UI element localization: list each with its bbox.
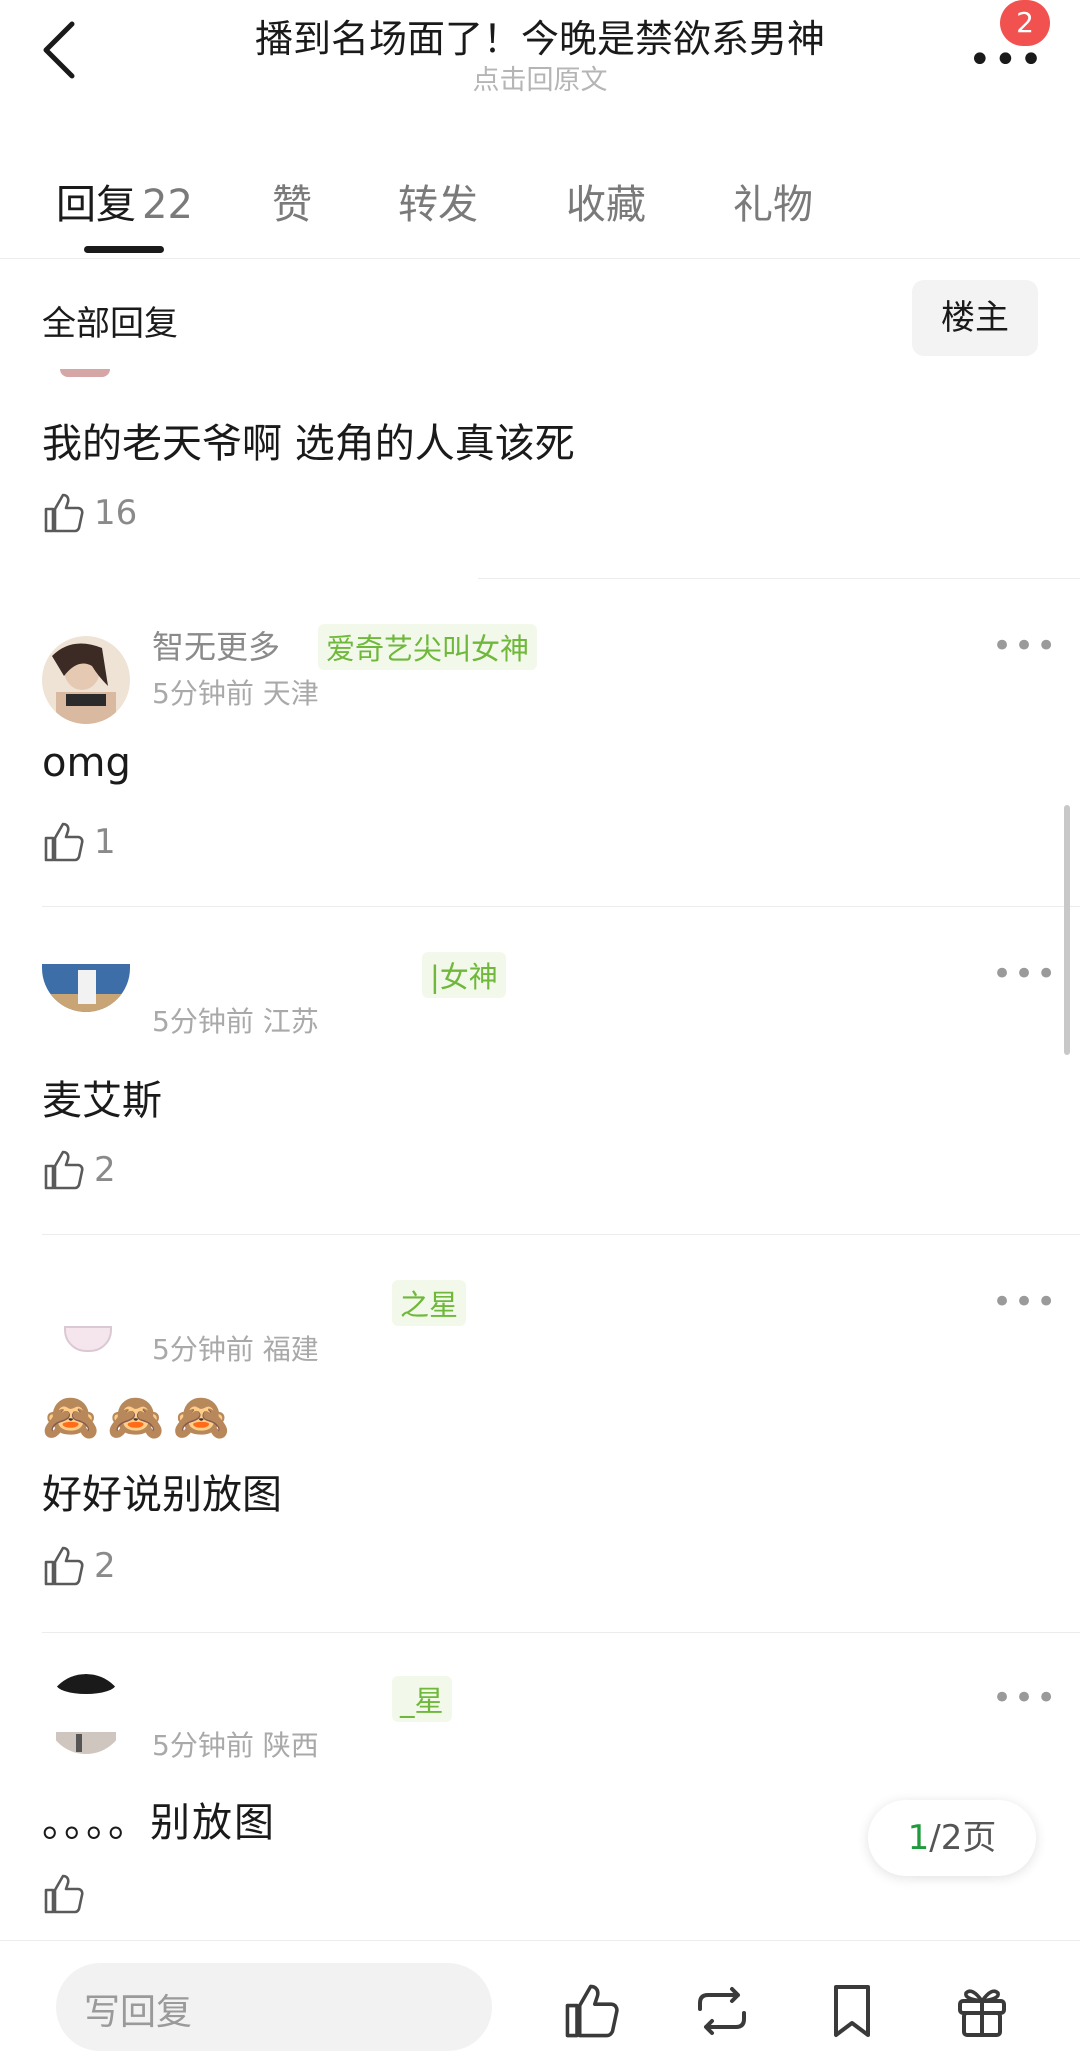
comment-item: |女神 5分钟前 江苏 麦艾斯 2 ••• xyxy=(0,938,1080,1228)
thumbs-up-icon xyxy=(44,822,84,862)
notification-badge: 2 xyxy=(1000,0,1050,46)
user-title-tag: 之星 xyxy=(392,1280,467,1326)
tab-bar: 回复 22 赞 转发 收藏 礼物 xyxy=(0,160,1080,259)
like-button[interactable]: 2 xyxy=(42,1542,182,1590)
username[interactable]: 智无更多 xyxy=(152,622,280,668)
comment-more-button[interactable]: ••• xyxy=(992,626,1058,666)
comment-text: 我的老天爷啊 选角的人真该死 xyxy=(42,421,575,467)
avatar[interactable] xyxy=(42,964,130,1012)
thumbs-up-icon xyxy=(44,1874,84,1914)
tab-likes[interactable]: 赞 xyxy=(272,172,312,230)
comment-item: 之星 5分钟前 福建 🙈🙈🙈 好好说别放图 2 ••• xyxy=(0,1266,1080,1626)
like-count: 2 xyxy=(94,1546,116,1586)
avatar[interactable] xyxy=(64,1326,112,1352)
thumbs-up-icon[interactable] xyxy=(562,1981,622,2041)
like-count: 16 xyxy=(94,493,138,533)
tab-replies[interactable]: 回复 22 xyxy=(56,172,193,230)
comment-text: 好好说别放图 xyxy=(42,1472,282,1518)
total-pages: /2页 xyxy=(929,1818,997,1858)
comment-more-button[interactable]: ••• xyxy=(992,954,1058,994)
all-replies-title: 全部回复 xyxy=(42,304,178,344)
reply-placeholder: 写回复 xyxy=(84,1992,193,2033)
tab-replies-label: 回复 xyxy=(56,182,136,228)
chevron-left-icon xyxy=(43,21,75,79)
tab-reposts[interactable]: 转发 xyxy=(398,172,478,230)
scrollbar[interactable] xyxy=(1064,805,1070,1055)
thumbs-up-icon xyxy=(44,493,84,533)
avatar[interactable] xyxy=(60,369,110,377)
user-title-tag: 爱奇艺尖叫女神 xyxy=(318,624,538,670)
more-dots-icon: ••• xyxy=(968,37,1045,83)
like-button[interactable]: 16 xyxy=(42,489,182,537)
comment-meta: 5分钟前 天津 xyxy=(152,677,319,710)
reply-input[interactable]: 写回复 xyxy=(56,1963,492,2051)
avatar[interactable] xyxy=(42,636,130,724)
comment-item: _星 5分钟前 陕西 。。。。别放图 ••• xyxy=(0,1664,1080,1934)
gift-icon[interactable] xyxy=(952,1981,1012,2041)
thumbs-up-icon xyxy=(44,1546,84,1586)
comment-meta: 5分钟前 陕西 xyxy=(152,1729,319,1762)
top-nav-bar: 播到名场面了！今晚是禁欲系男神 点击回原文 ••• 2 xyxy=(0,0,1080,110)
page-indicator[interactable]: 1/2页 xyxy=(868,1800,1036,1876)
back-to-original-link[interactable]: 点击回原文 xyxy=(140,58,940,97)
comment-text: omg xyxy=(42,740,131,786)
monkey-emoji-text: 🙈🙈🙈 xyxy=(42,1390,238,1444)
bottom-action-bar: 写回复 xyxy=(0,1940,1080,2058)
op-only-filter-button[interactable]: 楼主 xyxy=(912,280,1038,356)
current-page: 1 xyxy=(907,1818,930,1858)
divider xyxy=(42,1234,1080,1235)
comment-item: 我的老天爷啊 选角的人真该死 16 xyxy=(0,365,1080,575)
comment-text: 。。。。别放图 xyxy=(42,1800,276,1846)
comment-meta: 5分钟前 江苏 xyxy=(152,1005,319,1038)
comment-more-button[interactable]: ••• xyxy=(992,1678,1058,1718)
user-title-tag: _星 xyxy=(392,1676,452,1722)
comment-meta: 5分钟前 福建 xyxy=(152,1333,319,1366)
post-title[interactable]: 播到名场面了！今晚是禁欲系男神 xyxy=(140,8,940,63)
bookmark-icon[interactable] xyxy=(822,1981,882,2041)
tab-replies-count: 22 xyxy=(142,182,193,228)
divider xyxy=(42,1632,1080,1633)
like-button[interactable]: 1 xyxy=(42,818,182,866)
divider xyxy=(478,578,1080,579)
avatar[interactable] xyxy=(46,1674,126,1754)
divider xyxy=(42,906,1080,907)
comment-more-button[interactable]: ••• xyxy=(992,1282,1058,1322)
user-title-tag: |女神 xyxy=(422,952,506,998)
comment-item: 智无更多 爱奇艺尖叫女神 5分钟前 天津 omg 1 ••• xyxy=(0,610,1080,900)
back-button[interactable] xyxy=(38,18,84,82)
replies-section-header: 全部回复 楼主 xyxy=(0,272,1080,362)
comment-text: 麦艾斯 xyxy=(42,1078,162,1124)
active-tab-indicator xyxy=(84,246,164,253)
repost-icon[interactable] xyxy=(692,1981,752,2041)
like-count: 1 xyxy=(94,822,116,862)
thumbs-up-icon xyxy=(44,1150,84,1190)
tab-gifts[interactable]: 礼物 xyxy=(733,172,813,230)
like-button[interactable] xyxy=(42,1870,102,1918)
tab-favorites[interactable]: 收藏 xyxy=(566,172,646,230)
like-button[interactable]: 2 xyxy=(42,1146,182,1194)
like-count: 2 xyxy=(94,1150,116,1190)
